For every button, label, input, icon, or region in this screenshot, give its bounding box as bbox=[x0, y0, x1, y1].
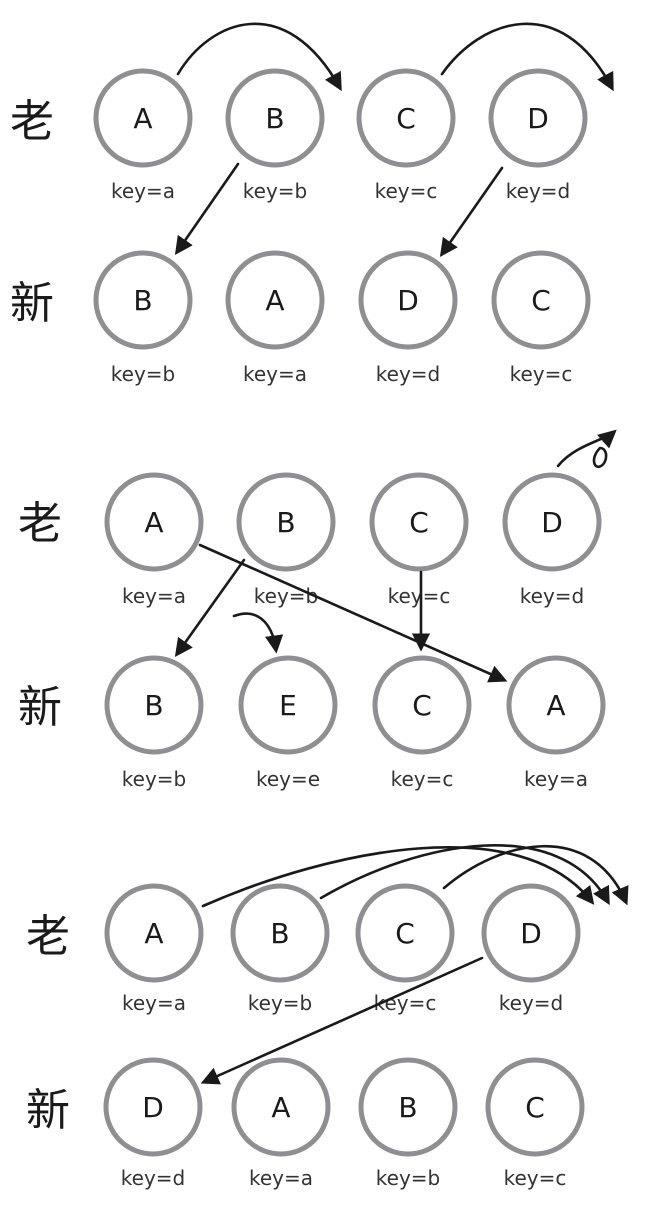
node-letter: D bbox=[527, 102, 549, 135]
node-letter: B bbox=[270, 917, 289, 950]
node-key: key=a bbox=[122, 584, 186, 608]
old-row-label: 老 bbox=[18, 498, 62, 549]
new-node-1: D key=d bbox=[103, 1057, 203, 1190]
node-key: key=b bbox=[248, 991, 312, 1015]
new-row-label: 新 bbox=[26, 1085, 70, 1136]
new-node-2: E key=e bbox=[238, 655, 338, 791]
node-key: key=d bbox=[506, 179, 570, 203]
node-key: key=b bbox=[376, 1166, 440, 1190]
node-letter: B bbox=[133, 284, 152, 317]
old-node-1: A key=a bbox=[104, 883, 204, 1015]
node-key: key=a bbox=[122, 991, 186, 1015]
node-key: key=d bbox=[376, 362, 440, 386]
node-letter: C bbox=[412, 689, 432, 722]
move-arrow bbox=[439, 166, 504, 257]
old-node-2: B key=b bbox=[230, 883, 330, 1015]
node-letter: A bbox=[265, 284, 284, 317]
node-letter: D bbox=[541, 506, 563, 539]
old-node-1: A key=a bbox=[93, 68, 193, 203]
node-key: key=d bbox=[520, 584, 584, 608]
node-letter: C bbox=[395, 917, 415, 950]
new-node-4: C key=c bbox=[491, 250, 591, 386]
node-letter: B bbox=[276, 506, 295, 539]
node-letter: A bbox=[271, 1091, 290, 1124]
diagram-1: 老 新 A key=a B key=b C key=c D key=d B ke… bbox=[10, 22, 614, 386]
node-key: key=b bbox=[254, 584, 318, 608]
node-letter: B bbox=[265, 102, 284, 135]
node-key: key=a bbox=[524, 767, 588, 791]
old-node-4: D key=d bbox=[502, 472, 602, 608]
node-letter: C bbox=[409, 506, 429, 539]
new-row-label: 新 bbox=[18, 682, 62, 733]
node-letter: A bbox=[546, 689, 565, 722]
old-row-label: 老 bbox=[10, 96, 54, 147]
node-letter: C bbox=[525, 1091, 545, 1124]
node-letter: A bbox=[133, 102, 152, 135]
node-key: key=c bbox=[375, 179, 438, 203]
loop-mark bbox=[592, 446, 608, 469]
node-key: key=c bbox=[388, 584, 451, 608]
new-node-1: B key=b bbox=[93, 250, 193, 386]
node-key: key=d bbox=[499, 991, 563, 1015]
move-arrow bbox=[174, 162, 240, 255]
vdom-diff-diagram: 老 新 A key=a B key=b C key=c D key=d B ke… bbox=[10, 22, 629, 1190]
new-node-1: B key=b bbox=[104, 655, 204, 791]
node-key: key=b bbox=[122, 767, 186, 791]
new-node-4: C key=c bbox=[485, 1057, 585, 1190]
new-node-2: A key=a bbox=[231, 1057, 331, 1190]
node-letter: B bbox=[398, 1091, 417, 1124]
node-letter: D bbox=[520, 917, 542, 950]
node-key: key=a bbox=[249, 1166, 313, 1190]
node-key: key=c bbox=[391, 767, 454, 791]
old-node-2: B key=b bbox=[225, 68, 325, 203]
new-node-3: C key=c bbox=[372, 655, 472, 791]
diagram-3: 老 新 A key=a B key=b C key=c D key=d D ke… bbox=[26, 844, 629, 1190]
node-key: key=c bbox=[504, 1166, 567, 1190]
old-node-3: C key=c bbox=[356, 68, 456, 203]
new-row-label: 新 bbox=[10, 278, 54, 329]
node-key: key=b bbox=[111, 362, 175, 386]
old-node-4: D key=d bbox=[488, 68, 588, 203]
old-node-1: A key=a bbox=[104, 472, 204, 608]
node-key: key=a bbox=[243, 362, 307, 386]
node-key: key=a bbox=[111, 179, 175, 203]
move-arrow bbox=[200, 956, 484, 1085]
node-key: key=c bbox=[510, 362, 573, 386]
new-node-3: D key=d bbox=[358, 250, 458, 386]
node-letter: C bbox=[396, 102, 416, 135]
new-node-4: A key=a bbox=[506, 655, 606, 791]
node-letter: B bbox=[144, 689, 163, 722]
old-node-3: C key=c bbox=[369, 472, 469, 608]
diagram-2: 老 新 A key=a B key=b C key=c D key=d B ke… bbox=[18, 429, 617, 791]
node-letter: A bbox=[144, 917, 163, 950]
new-node-3: B key=b bbox=[358, 1057, 458, 1190]
node-key: key=d bbox=[121, 1166, 185, 1190]
move-arrow bbox=[174, 558, 246, 657]
old-row-label: 老 bbox=[26, 911, 70, 962]
node-letter: D bbox=[397, 284, 419, 317]
old-node-2: B key=b bbox=[236, 472, 336, 608]
old-node-3: C key=c bbox=[355, 883, 455, 1015]
node-letter: E bbox=[279, 689, 297, 722]
node-letter: C bbox=[531, 284, 551, 317]
insert-arrow bbox=[232, 612, 284, 654]
node-letter: D bbox=[142, 1091, 164, 1124]
old-node-4: D key=d bbox=[481, 883, 581, 1015]
node-key: key=b bbox=[243, 179, 307, 203]
node-key: key=e bbox=[256, 767, 320, 791]
node-letter: A bbox=[144, 506, 163, 539]
new-node-2: A key=a bbox=[225, 250, 325, 386]
